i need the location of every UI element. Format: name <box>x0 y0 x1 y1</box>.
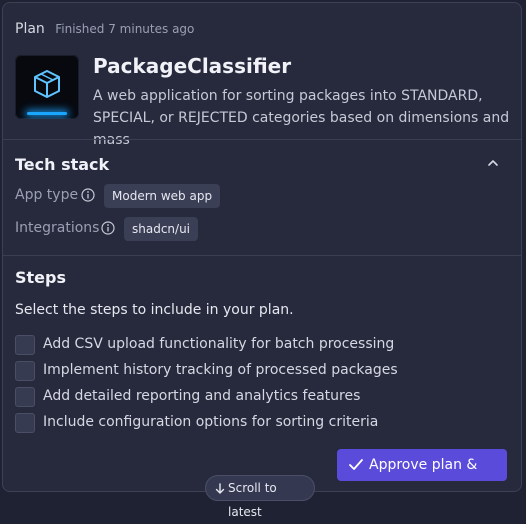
plan-card: Plan Finished 7 minutes ago PackageClass… <box>2 2 522 492</box>
app-type-tag: Modern web app <box>104 184 221 208</box>
step-label: Add CSV upload functionality for batch p… <box>43 336 395 352</box>
steps-subtitle: Select the steps to include in your plan… <box>15 302 294 318</box>
approve-label: Approve plan & start <box>369 457 478 491</box>
step-checkbox[interactable] <box>15 335 35 355</box>
scroll-to-latest-button[interactable]: Scroll to latest <box>205 475 315 519</box>
arrow-down-icon <box>215 483 225 494</box>
plan-header: Plan Finished 7 minutes ago <box>15 20 194 38</box>
divider <box>3 255 521 256</box>
step-checkbox[interactable] <box>15 387 35 407</box>
icon-glow <box>27 112 67 115</box>
integrations-label: Integrations <box>15 220 100 236</box>
step-label: Include configuration options for sortin… <box>43 414 379 430</box>
step-checkbox[interactable] <box>15 413 35 433</box>
plan-status: Finished 7 minutes ago <box>55 22 195 36</box>
steps-title: Steps <box>15 268 66 287</box>
integrations-tag: shadcn/ui <box>124 217 199 241</box>
chevron-up-icon[interactable] <box>487 157 499 169</box>
cube-icon <box>34 70 60 98</box>
info-icon[interactable] <box>81 188 95 202</box>
check-icon <box>349 459 363 470</box>
app-icon <box>15 55 79 119</box>
app-type-label: App type <box>15 187 79 203</box>
step-label: Add detailed reporting and analytics fea… <box>43 388 361 404</box>
app-title: PackageClassifier <box>93 54 292 78</box>
app-description: A web application for sorting packages i… <box>93 88 510 148</box>
plan-label: Plan <box>15 21 45 37</box>
step-checkbox[interactable] <box>15 361 35 381</box>
step-label: Implement history tracking of processed … <box>43 362 398 378</box>
scroll-label: Scroll to latest <box>228 481 277 519</box>
tech-stack-title: Tech stack <box>15 155 110 174</box>
divider <box>3 139 521 140</box>
approve-plan-button[interactable]: Approve plan & start <box>337 449 507 491</box>
info-icon[interactable] <box>101 221 115 235</box>
